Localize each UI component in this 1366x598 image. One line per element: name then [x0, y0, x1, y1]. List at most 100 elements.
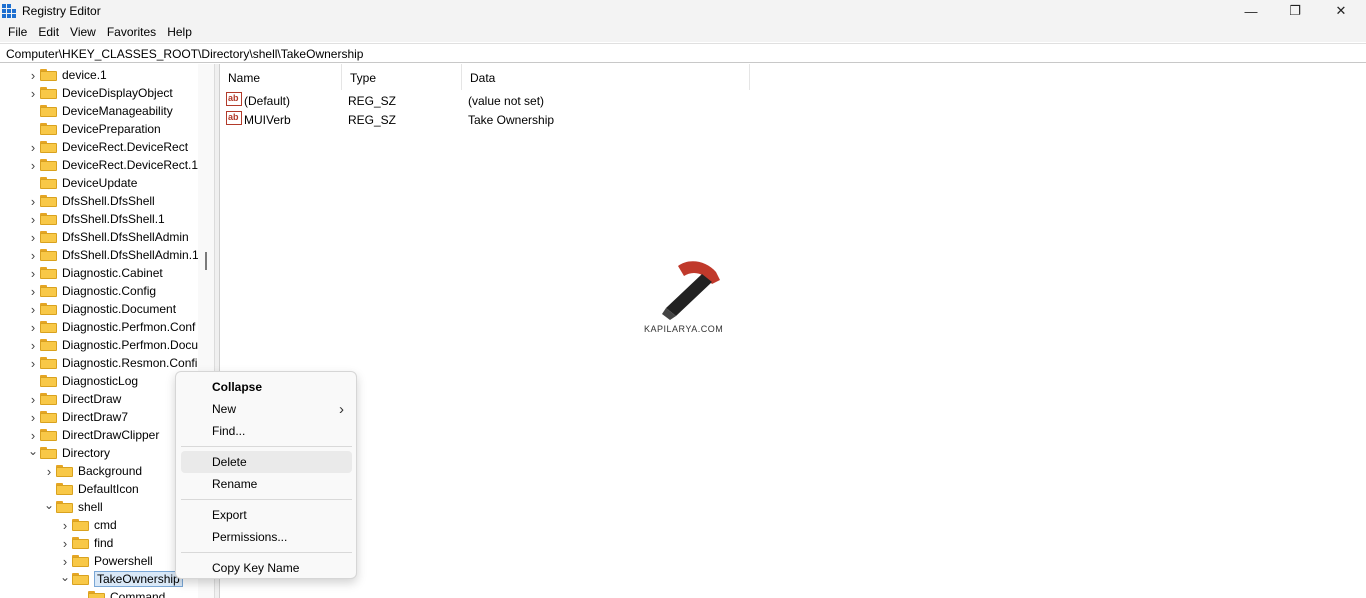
menu-view[interactable]: View	[70, 22, 96, 42]
tree-item[interactable]: › DfsShell.DfsShell.1	[28, 210, 165, 228]
context-menu-new[interactable]: New ›	[181, 398, 352, 420]
tree-item[interactable]: › DfsShell.DfsShell	[28, 192, 155, 210]
chevron-right-icon[interactable]: ›	[28, 390, 38, 408]
chevron-right-icon[interactable]: ›	[28, 318, 38, 336]
context-menu-permissions[interactable]: Permissions...	[181, 526, 352, 548]
folder-icon	[40, 357, 57, 369]
folder-icon	[40, 339, 57, 351]
tree-item[interactable]: › DirectDraw7	[28, 408, 128, 426]
chevron-right-icon[interactable]: ›	[28, 426, 38, 444]
tree-item[interactable]: › Diagnostic.Config	[28, 282, 156, 300]
chevron-down-icon[interactable]: ⌄	[60, 570, 70, 588]
folder-icon	[40, 141, 57, 153]
column-header-name[interactable]: Name	[220, 64, 342, 90]
chevron-down-icon[interactable]: ⌄	[44, 498, 54, 516]
tree-item[interactable]: › Diagnostic.Cabinet	[28, 264, 163, 282]
tree-item[interactable]: › cmd	[60, 516, 117, 534]
context-menu-export[interactable]: Export	[181, 504, 352, 526]
chevron-right-icon[interactable]: ›	[28, 264, 38, 282]
tree-item-label: DirectDraw	[62, 392, 122, 406]
chevron-right-icon[interactable]: ›	[28, 354, 38, 372]
tree-item[interactable]: › Powershell	[60, 552, 153, 570]
tree-item[interactable]: › Diagnostic.Perfmon.Conf	[28, 318, 196, 336]
chevron-right-icon[interactable]: ›	[28, 408, 38, 426]
context-menu-copy-key-name[interactable]: Copy Key Name	[181, 557, 352, 579]
chevron-right-icon[interactable]: ›	[60, 534, 70, 552]
tree-item[interactable]: › DfsShell.DfsShellAdmin	[28, 228, 189, 246]
context-menu-find[interactable]: Find...	[181, 420, 352, 442]
tree-item-label: DeviceManageability	[62, 104, 173, 118]
tree-scrollbar-thumb[interactable]	[205, 252, 207, 270]
tree-item[interactable]: DevicePreparation	[28, 120, 161, 138]
menu-help[interactable]: Help	[167, 22, 192, 42]
tree-item[interactable]: ⌄ shell	[44, 498, 103, 516]
tree-item-label: Command	[110, 590, 166, 598]
values-list[interactable]: Name Type Data ab (Default) REG_SZ (valu…	[220, 64, 1366, 598]
column-header-type[interactable]: Type	[342, 64, 462, 90]
chevron-right-icon[interactable]: ›	[28, 228, 38, 246]
context-menu-rename[interactable]: Rename	[181, 473, 352, 495]
menu-separator	[181, 499, 352, 500]
chevron-right-icon[interactable]: ›	[28, 300, 38, 318]
tree-item[interactable]: › DirectDraw	[28, 390, 122, 408]
folder-icon	[56, 483, 73, 495]
chevron-right-icon[interactable]: ›	[28, 138, 38, 156]
folder-icon	[40, 267, 57, 279]
tree-item-label: cmd	[94, 518, 117, 532]
chevron-right-icon[interactable]: ›	[28, 246, 38, 264]
string-value-icon: ab	[226, 92, 242, 106]
tree-item-label: DefaultIcon	[78, 482, 139, 496]
chevron-down-icon[interactable]: ⌄	[28, 444, 38, 462]
close-button[interactable]: ✕	[1318, 0, 1364, 22]
address-bar[interactable]: Computer\HKEY_CLASSES_ROOT\Directory\she…	[0, 43, 1366, 63]
context-menu-delete[interactable]: Delete	[181, 451, 352, 473]
chevron-right-icon[interactable]: ›	[28, 84, 38, 102]
tree-item[interactable]: › find	[60, 534, 114, 552]
tree-item[interactable]: › Diagnostic.Resmon.Confi	[28, 354, 198, 372]
tree-item[interactable]: DeviceManageability	[28, 102, 173, 120]
context-menu-collapse[interactable]: Collapse	[181, 376, 352, 398]
tree-item[interactable]: › Diagnostic.Document	[28, 300, 176, 318]
column-header-data[interactable]: Data	[462, 64, 750, 90]
context-menu-item-label: Collapse	[212, 380, 263, 394]
chevron-right-icon[interactable]: ›	[28, 66, 38, 84]
tree-item[interactable]: Command	[76, 588, 165, 598]
tree-item-label: Diagnostic.Perfmon.Conf	[62, 320, 196, 334]
folder-icon	[56, 465, 73, 477]
chevron-right-icon[interactable]: ›	[28, 210, 38, 228]
tree-item[interactable]: › DeviceRect.DeviceRect	[28, 138, 188, 156]
tree-item[interactable]: DeviceUpdate	[28, 174, 137, 192]
chevron-right-icon[interactable]: ›	[28, 282, 38, 300]
menu-file[interactable]: File	[8, 22, 27, 42]
chevron-right-icon[interactable]: ›	[28, 336, 38, 354]
menu-edit[interactable]: Edit	[38, 22, 59, 42]
chevron-right-icon[interactable]: ›	[60, 552, 70, 570]
tree-item[interactable]: › device.1	[28, 66, 107, 84]
folder-icon	[40, 69, 57, 81]
tree-item[interactable]: › DeviceDisplayObject	[28, 84, 173, 102]
folder-icon	[72, 555, 89, 567]
tree-item[interactable]: › DfsShell.DfsShellAdmin.1	[28, 246, 199, 264]
chevron-right-icon[interactable]: ›	[60, 516, 70, 534]
maximize-button[interactable]: ❐	[1272, 0, 1318, 22]
tree-item[interactable]: › Background	[44, 462, 142, 480]
chevron-right-icon[interactable]: ›	[28, 192, 38, 210]
tree-item[interactable]: › DirectDrawClipper	[28, 426, 160, 444]
tree-item-label: Background	[78, 464, 143, 478]
tree-item[interactable]: ⌄ Directory	[28, 444, 110, 462]
folder-icon	[40, 375, 57, 387]
chevron-right-icon[interactable]: ›	[44, 462, 54, 480]
tree-item[interactable]: DefaultIcon	[44, 480, 139, 498]
value-row-muiverb[interactable]: ab MUIVerb REG_SZ Take Ownership	[226, 110, 826, 129]
folder-icon	[56, 501, 73, 513]
minimize-button[interactable]: —	[1228, 0, 1274, 22]
menu-favorites[interactable]: Favorites	[107, 22, 156, 42]
chevron-right-icon[interactable]: ›	[28, 156, 38, 174]
tree-item[interactable]: ⌄ TakeOwnership	[60, 570, 183, 588]
value-row-default[interactable]: ab (Default) REG_SZ (value not set)	[226, 91, 826, 110]
close-icon: ✕	[1335, 3, 1347, 18]
tree-item[interactable]: › Diagnostic.Perfmon.Docu	[28, 336, 198, 354]
tree-item[interactable]: DiagnosticLog	[28, 372, 138, 390]
tree-item[interactable]: › DeviceRect.DeviceRect.1	[28, 156, 198, 174]
